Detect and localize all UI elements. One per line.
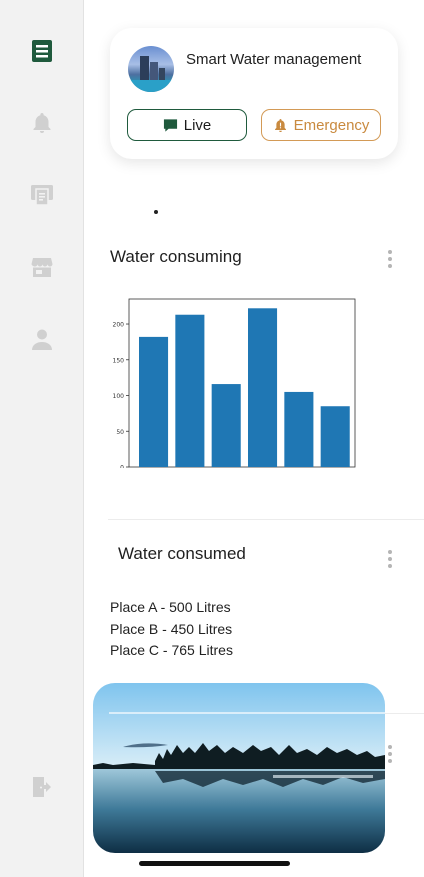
bar-6 bbox=[320, 406, 350, 467]
lake-photo bbox=[93, 683, 385, 853]
user-icon bbox=[32, 329, 52, 350]
app-title: Smart Water management bbox=[186, 51, 362, 68]
water-consumed-title: Water consumed bbox=[118, 544, 246, 563]
list-icon bbox=[32, 40, 52, 62]
sidebar-item-logout[interactable] bbox=[30, 775, 54, 799]
water-consuming-title: Water consuming bbox=[110, 247, 242, 266]
sidebar-item-notifications[interactable] bbox=[30, 111, 54, 135]
y-tick-label: 50 bbox=[116, 429, 124, 436]
bar-1 bbox=[139, 336, 169, 467]
sidebar-item-list[interactable] bbox=[30, 39, 54, 63]
consumed-more-menu[interactable] bbox=[386, 550, 394, 572]
consuming-more-menu[interactable] bbox=[386, 250, 394, 272]
bullet-dot bbox=[154, 210, 158, 214]
consumption-item: Place C - 765 Litres bbox=[110, 642, 233, 658]
receipt-icon bbox=[31, 185, 53, 206]
avatar bbox=[128, 46, 174, 92]
chat-icon bbox=[163, 118, 177, 132]
bar-2 bbox=[175, 314, 205, 467]
sidebar-item-profile[interactable] bbox=[30, 327, 54, 351]
bar-3 bbox=[211, 384, 241, 467]
store-icon bbox=[31, 258, 53, 277]
sidebar-item-receipts[interactable] bbox=[30, 182, 54, 206]
y-tick-label: 100 bbox=[113, 393, 125, 400]
live-button[interactable]: Live bbox=[127, 109, 247, 141]
header-card: Smart Water management Live Emergency bbox=[110, 28, 398, 159]
emergency-button[interactable]: Emergency bbox=[261, 109, 381, 141]
third-section-more-menu[interactable] bbox=[386, 745, 394, 767]
y-tick-label: 200 bbox=[113, 322, 125, 329]
emergency-button-label: Emergency bbox=[293, 116, 370, 134]
logout-icon bbox=[33, 777, 51, 797]
water-consuming-chart: 0 50 100 150 200 bbox=[96, 296, 358, 472]
y-tick-label: 150 bbox=[113, 357, 125, 364]
alert-bell-icon bbox=[274, 118, 286, 132]
consumption-item: Place B - 450 Litres bbox=[110, 621, 233, 637]
sidebar bbox=[0, 0, 84, 877]
y-tick-label: 0 bbox=[120, 465, 124, 469]
sidebar-item-store[interactable] bbox=[30, 255, 54, 279]
live-button-label: Live bbox=[183, 116, 212, 134]
consumption-item: Place A - 500 Litres bbox=[110, 599, 231, 615]
section-divider bbox=[108, 519, 424, 520]
bar-chart: 0 50 100 150 200 bbox=[113, 298, 356, 472]
home-indicator[interactable] bbox=[139, 861, 290, 866]
bell-icon bbox=[33, 113, 51, 133]
bar-4 bbox=[248, 308, 278, 467]
bar-5 bbox=[284, 391, 314, 467]
